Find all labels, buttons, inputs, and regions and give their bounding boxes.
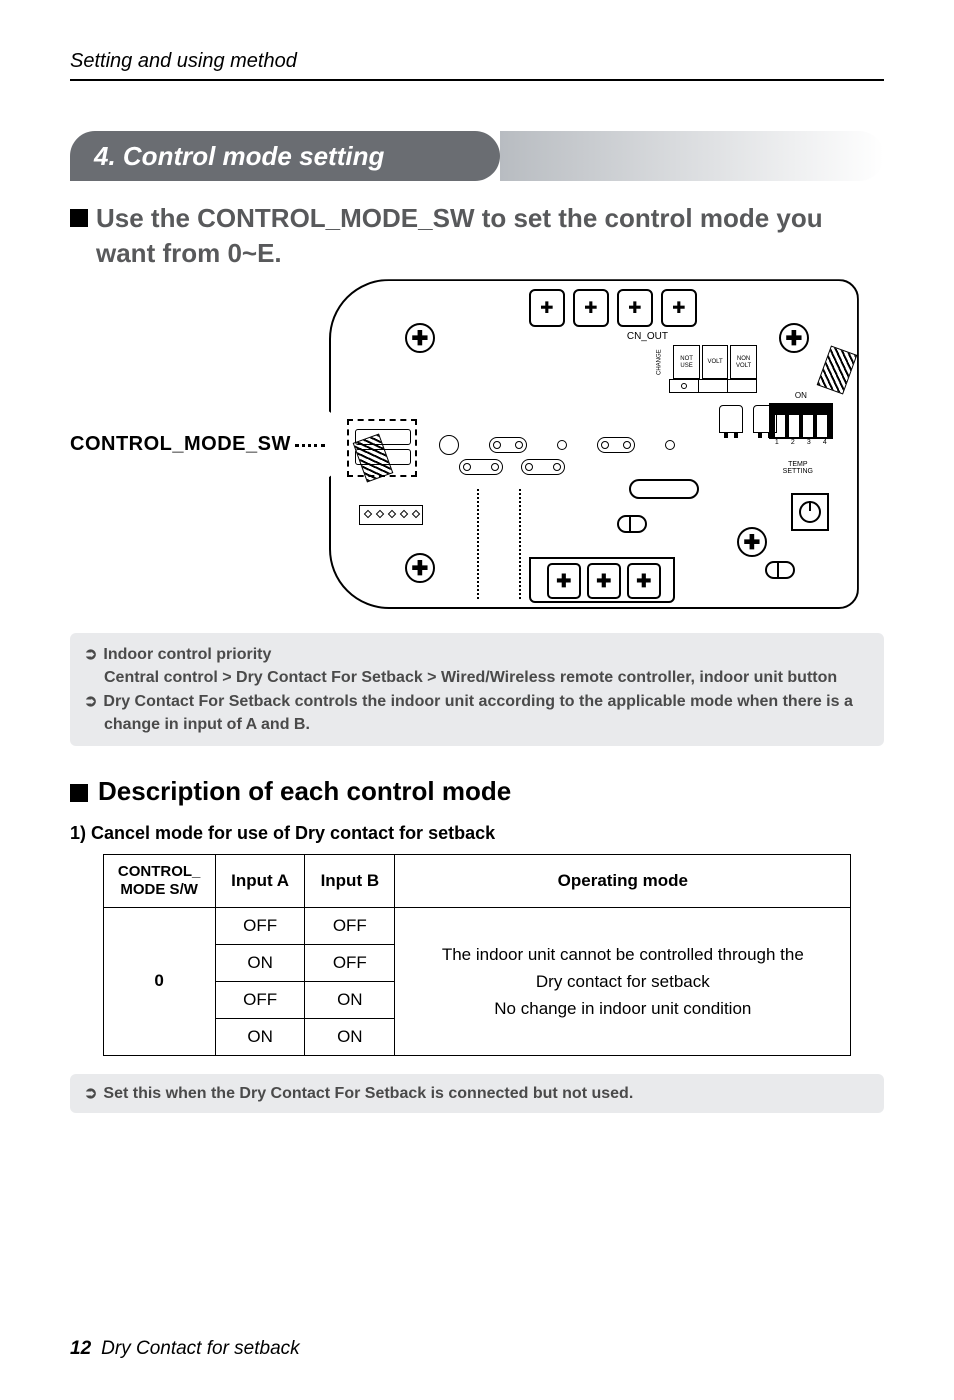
page-number: 12 [70,1338,91,1360]
section-title-pill: 4. Control mode setting [70,131,884,183]
dotted-guide-icon [519,489,521,599]
instruction-line2: want from 0~E. [96,236,823,271]
connector-icon: ✚ [529,289,565,327]
square-bullet-icon [70,784,88,802]
cell-r4b: ON [305,1018,395,1055]
capacitor-icon [719,405,777,433]
cn-out-label: CN_OUT [627,331,668,342]
pcb-diagram: CONTROL_MODE_SW ✚ ✚ ✚ ✚ CN_OUT ✚ ✚ ✚ ✚ C… [70,279,884,609]
arrow-bullet-icon: ➲ [84,643,97,666]
notes-box: ➲ Indoor control priority Central contro… [70,633,884,746]
screw-icon: ✚ [779,323,809,353]
note-2-line1: Dry Contact For Setback controls the ind… [103,690,852,713]
connector-icon: ✚ [617,289,653,327]
mid-components-icon [439,435,675,455]
subsection-1: 1) Cancel mode for use of Dry contact fo… [70,823,884,844]
cell-operating-mode: The indoor unit cannot be controlled thr… [395,907,851,1055]
screw-icon: ✚ [405,553,435,583]
dip-switch-icon [769,403,833,439]
connector-icon: ✚ [573,289,609,327]
cell-r1a: OFF [215,907,305,944]
cell-r1b: OFF [305,907,395,944]
control-mode-sw-highlight [347,419,417,477]
oval-component-icon [765,561,795,579]
oval-component-icon [617,515,647,533]
jumper-block-icon: CHANGE NOTUSE VOLT NONVOLT [647,345,757,379]
cell-r2b: OFF [305,944,395,981]
footnote-box: ➲ Set this when the Dry Contact For Setb… [70,1074,884,1113]
dip-numbers: 1234 [769,439,833,446]
pill-title: 4. Control mode setting [94,141,384,172]
control-mode-sw-label: CONTROL_MODE_SW [70,433,291,456]
screw-icon: ✚ [405,323,435,353]
button-component-icon [629,479,699,499]
note-1-body: Central control > Dry Contact For Setbac… [84,666,870,689]
screw-icon: ✚ [737,527,767,557]
square-bullet-icon [70,209,88,227]
cell-sw-value: 0 [103,907,215,1055]
instruction-line1: Use the CONTROL_MODE_SW to set the contr… [96,201,823,236]
dip-on-label: ON [769,391,833,400]
control-mode-table: CONTROL_ MODE S/W Input A Input B Operat… [103,854,852,1056]
instruction-heading: Use the CONTROL_MODE_SW to set the contr… [70,201,884,271]
th-input-a: Input A [215,854,305,907]
footnote-text: Set this when the Dry Contact For Setbac… [103,1082,633,1105]
arrow-bullet-icon: ➲ [84,1082,97,1105]
cell-r2a: ON [215,944,305,981]
note-1-title: Indoor control priority [103,643,271,666]
footer-title: Dry Contact for setback [101,1338,300,1360]
cell-r3b: ON [305,981,395,1018]
page-footer: 12 Dry Contact for setback [70,1338,884,1360]
cell-r3a: OFF [215,981,305,1018]
cell-r4a: ON [215,1018,305,1055]
connector-icon: ✚ [661,289,697,327]
temp-setting-label: TEMP SETTING [777,461,819,475]
dotted-guide-icon [477,489,479,599]
rotary-switch-icon [791,493,829,531]
th-input-b: Input B [305,854,395,907]
description-heading: Description of each control mode [70,776,884,807]
th-operating-mode: Operating mode [395,854,851,907]
description-heading-text: Description of each control mode [98,776,511,807]
note-2-line2: change in input of A and B. [84,713,870,736]
arrow-bullet-icon: ➲ [84,690,97,713]
section-header: Setting and using method [70,50,297,72]
leader-line-icon [295,444,325,447]
bottom-connectors: ✚ ✚ ✚ [547,563,661,599]
th-control-mode-sw: CONTROL_ MODE S/W [103,854,215,907]
